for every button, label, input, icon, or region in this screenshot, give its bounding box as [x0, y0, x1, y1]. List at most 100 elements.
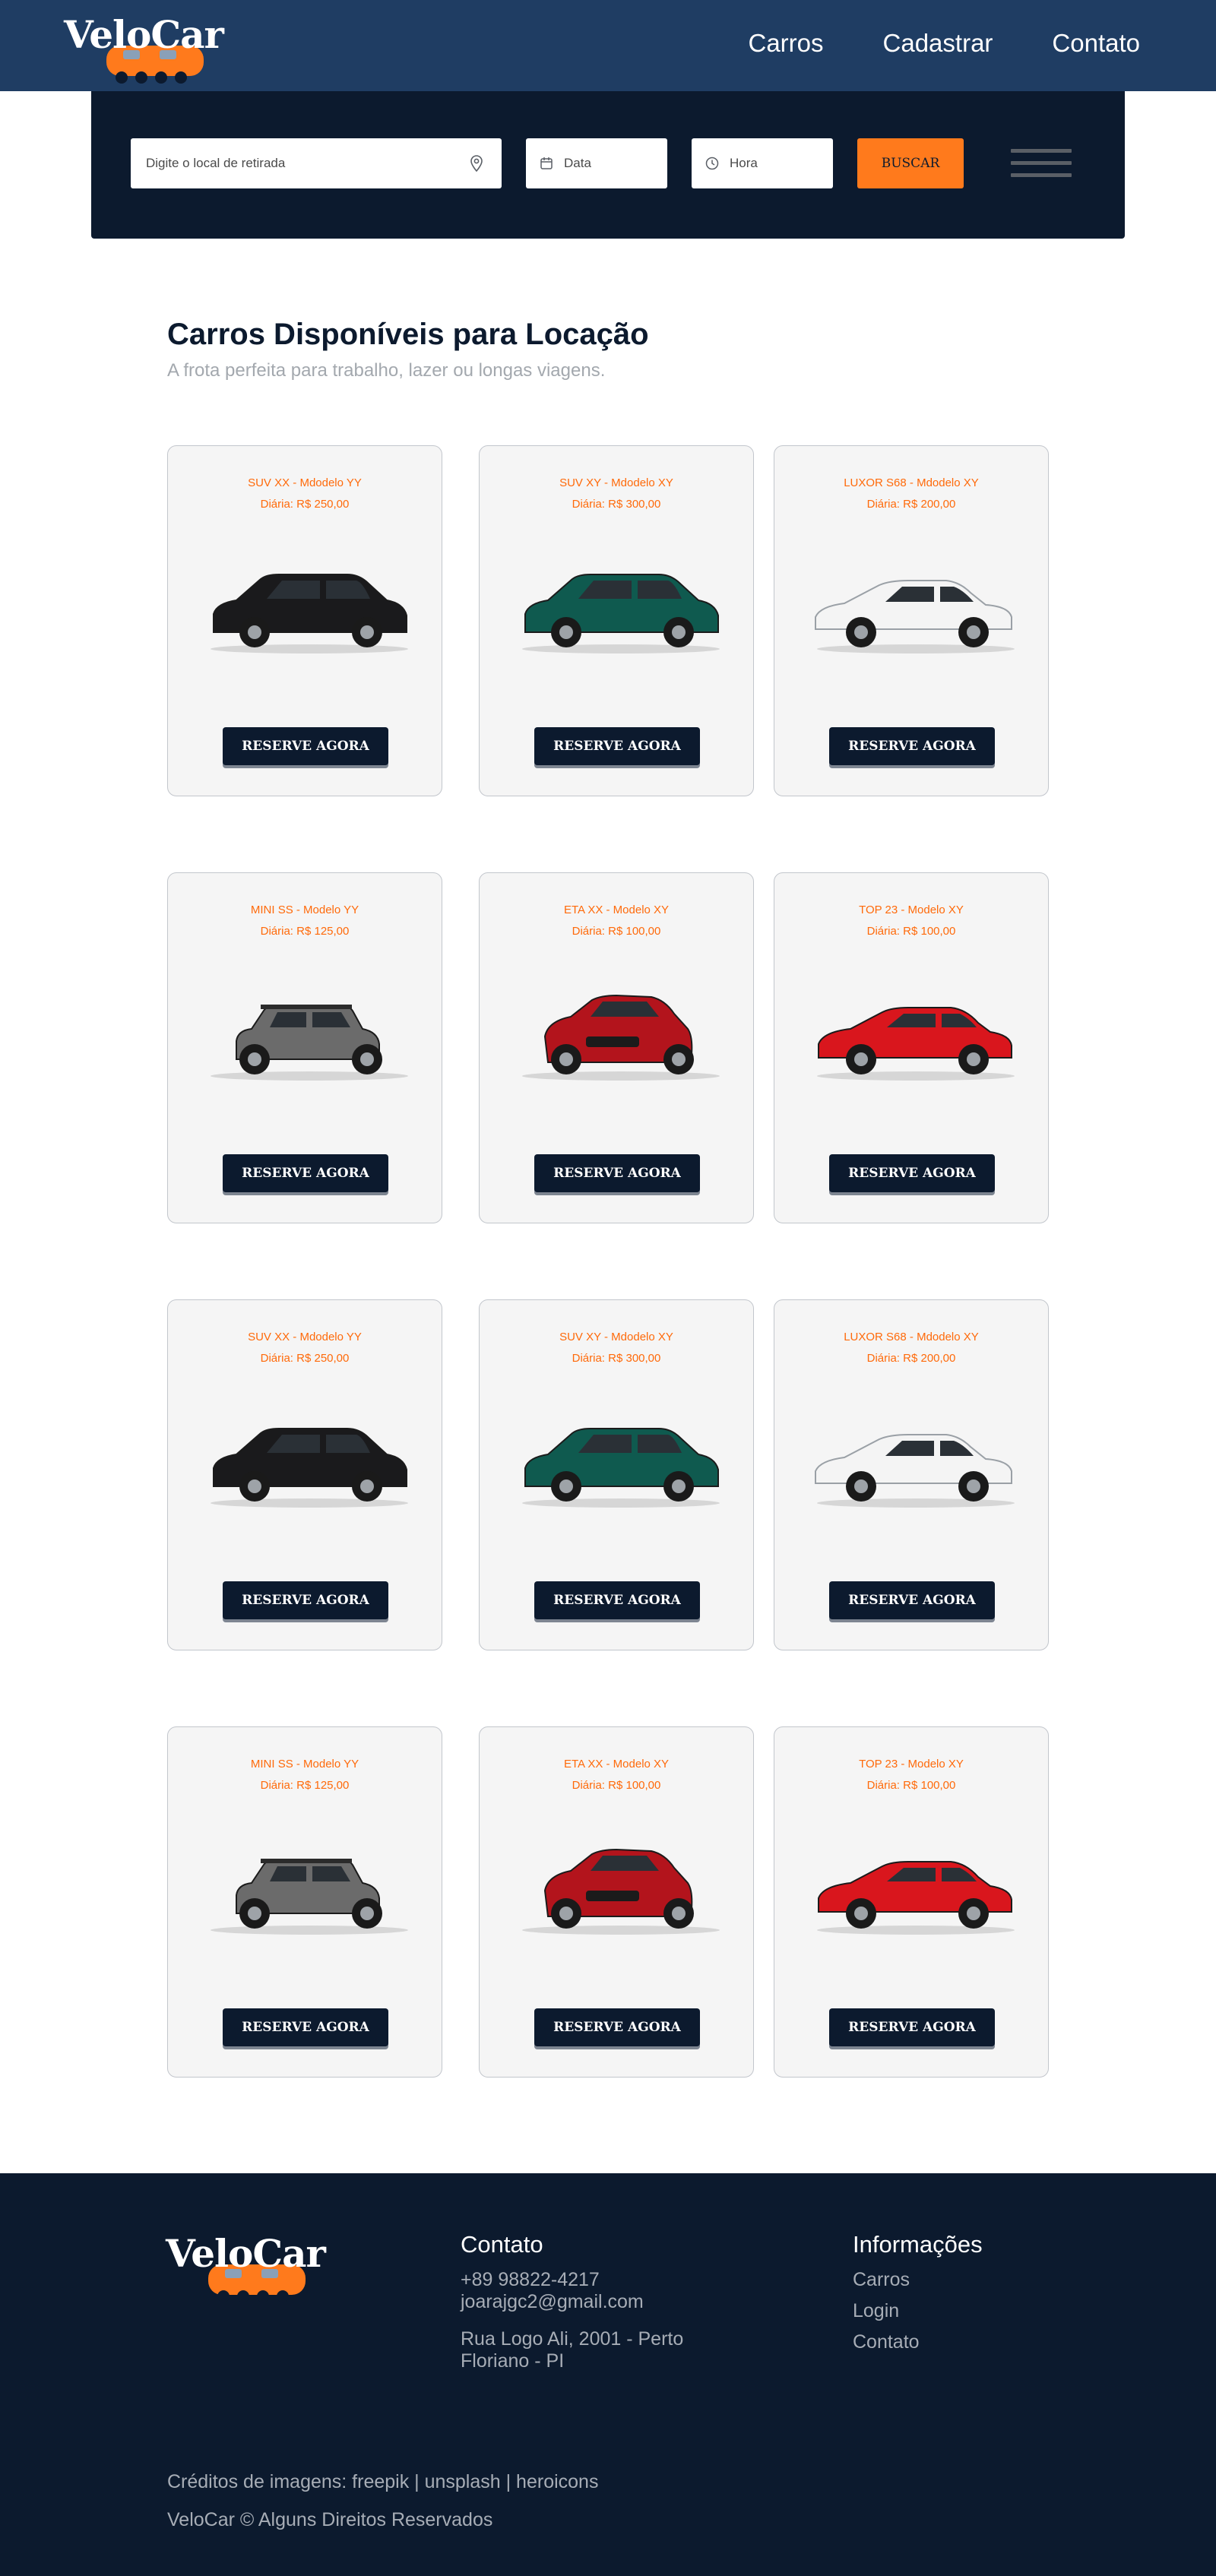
- car-card: MINI SS - Modelo YY Diária: R$ 125,00 RE…: [167, 1726, 442, 2078]
- car-name: MINI SS - Modelo YY: [250, 903, 359, 916]
- reserve-button[interactable]: RESERVE AGORA: [829, 1154, 995, 1192]
- footer-link-login[interactable]: Login: [853, 2300, 983, 2322]
- car-image: [480, 552, 753, 666]
- car-image: [774, 979, 1048, 1093]
- car-price: Diária: R$ 100,00: [866, 1779, 956, 1792]
- car-card: LUXOR S68 - Mdodelo XY Diária: R$ 200,00…: [774, 445, 1049, 796]
- car-image: [480, 979, 753, 1093]
- footer-info: Informações Carros Login Contato: [853, 2231, 983, 2362]
- main-nav: Carros Cadastrar Contato: [748, 29, 1140, 58]
- car-card: SUV XX - Mdodelo YY Diária: R$ 250,00 RE…: [167, 1299, 442, 1650]
- date-input[interactable]: Data: [526, 138, 667, 188]
- car-image: [774, 1834, 1048, 1948]
- car-image: [774, 1407, 1048, 1521]
- car-price: Diária: R$ 250,00: [260, 498, 350, 511]
- reserve-button[interactable]: RESERVE AGORA: [223, 1154, 388, 1192]
- car-image: [480, 1407, 753, 1521]
- car-name: ETA XX - Modelo XY: [563, 1758, 670, 1771]
- suv-large-car-illustration: [522, 574, 720, 653]
- car-image: [168, 1407, 442, 1521]
- car-image: [168, 552, 442, 666]
- crossover-front-car-illustration: [522, 994, 720, 1081]
- car-card: SUV XY - Mdodelo XY Diária: R$ 300,00 RE…: [479, 445, 754, 796]
- car-name: LUXOR S68 - Mdodelo XY: [844, 1331, 979, 1343]
- car-name: SUV XX - Mdodelo YY: [248, 476, 362, 489]
- car-price: Diária: R$ 100,00: [866, 925, 956, 938]
- nav-contato[interactable]: Contato: [1052, 29, 1140, 58]
- reserve-button[interactable]: RESERVE AGORA: [829, 727, 995, 765]
- mini-car-illustration: [211, 1005, 408, 1081]
- footer-link-contato[interactable]: Contato: [853, 2331, 983, 2353]
- car-card: ETA XX - Modelo XY Diária: R$ 100,00 RES…: [479, 1726, 754, 2078]
- reserve-button[interactable]: RESERVE AGORA: [223, 1581, 388, 1619]
- car-image: [480, 1834, 753, 1948]
- car-image: [168, 979, 442, 1093]
- sedan-car-illustration: [815, 1434, 1015, 1508]
- car-card: SUV XY - Mdodelo XY Diária: R$ 300,00 RE…: [479, 1299, 754, 1650]
- car-price: Diária: R$ 100,00: [572, 1779, 661, 1792]
- crossover-front-car-illustration: [522, 1848, 720, 1935]
- search-button[interactable]: BUSCAR: [857, 138, 964, 188]
- page-subtitle: A frota perfeita para trabalho, lazer ou…: [167, 360, 606, 381]
- footer-logo[interactable]: VeloCar: [166, 2231, 326, 2307]
- logo[interactable]: VeloCar: [64, 12, 224, 88]
- reserve-button[interactable]: RESERVE AGORA: [534, 2008, 700, 2046]
- car-price: Diária: R$ 300,00: [572, 1352, 661, 1365]
- search-panel: Digite o local de retirada Data Hora BUS…: [91, 91, 1125, 239]
- car-name: SUV XY - Mdodelo XY: [559, 1331, 673, 1343]
- site-header: VeloCar Carros Cadastrar Contato: [0, 0, 1216, 91]
- car-name: TOP 23 - Modelo XY: [859, 1758, 964, 1771]
- site-footer: VeloCar Contato +89 98822-4217 joarajgc2…: [0, 2173, 1216, 2576]
- reserve-button[interactable]: RESERVE AGORA: [534, 1581, 700, 1619]
- footer-contact: Contato +89 98822-4217 joarajgc2@gmail.c…: [461, 2231, 734, 2372]
- car-image: [774, 552, 1048, 666]
- logo-text: VeloCar: [166, 2231, 326, 2276]
- footer-link-carros[interactable]: Carros: [853, 2269, 983, 2291]
- suv-car-illustration: [211, 574, 408, 653]
- location-placeholder: Digite o local de retirada: [146, 156, 286, 170]
- car-price: Diária: R$ 100,00: [572, 925, 661, 938]
- car-image: [168, 1834, 442, 1948]
- car-card: SUV XX - Mdodelo YY Diária: R$ 250,00 RE…: [167, 445, 442, 796]
- calendar-icon: [540, 157, 553, 169]
- nav-carros[interactable]: Carros: [748, 29, 823, 58]
- mini-car-illustration: [211, 1859, 408, 1935]
- car-name: MINI SS - Modelo YY: [250, 1758, 359, 1771]
- car-name: SUV XX - Mdodelo YY: [248, 1331, 362, 1343]
- reserve-button[interactable]: RESERVE AGORA: [829, 2008, 995, 2046]
- car-price: Diária: R$ 125,00: [260, 925, 350, 938]
- nav-cadastrar[interactable]: Cadastrar: [883, 29, 993, 58]
- car-name: SUV XY - Mdodelo XY: [559, 476, 673, 489]
- car-price: Diária: R$ 200,00: [866, 1352, 956, 1365]
- footer-address: Rua Logo Ali, 2001 - Perto Floriano - PI: [461, 2328, 684, 2372]
- image-credits: Créditos de imagens: freepik | unsplash …: [167, 2471, 599, 2492]
- footer-email[interactable]: joarajgc2@gmail.com: [461, 2291, 734, 2313]
- clock-icon: [705, 157, 719, 170]
- time-input[interactable]: Hora: [692, 138, 833, 188]
- reserve-button[interactable]: RESERVE AGORA: [223, 727, 388, 765]
- car-price: Diária: R$ 125,00: [260, 1779, 350, 1792]
- footer-info-title: Informações: [853, 2231, 983, 2258]
- reserve-button[interactable]: RESERVE AGORA: [223, 2008, 388, 2046]
- reserve-button[interactable]: RESERVE AGORA: [534, 1154, 700, 1192]
- page-title: Carros Disponíveis para Locação: [167, 318, 649, 351]
- car-card: TOP 23 - Modelo XY Diária: R$ 100,00 RES…: [774, 872, 1049, 1223]
- sedan-car-illustration: [815, 580, 1015, 653]
- copyright: VeloCar © Alguns Direitos Reservados: [167, 2509, 493, 2530]
- reserve-button[interactable]: RESERVE AGORA: [534, 727, 700, 765]
- car-card: MINI SS - Modelo YY Diária: R$ 125,00 RE…: [167, 872, 442, 1223]
- footer-contact-title: Contato: [461, 2231, 543, 2258]
- car-name: TOP 23 - Modelo XY: [859, 903, 964, 916]
- car-card: LUXOR S68 - Mdodelo XY Diária: R$ 200,00…: [774, 1299, 1049, 1650]
- date-placeholder: Data: [564, 156, 591, 170]
- time-placeholder: Hora: [730, 156, 758, 170]
- reserve-button[interactable]: RESERVE AGORA: [829, 1581, 995, 1619]
- suv-car-illustration: [211, 1428, 408, 1508]
- car-price: Diária: R$ 200,00: [866, 498, 956, 511]
- car-price: Diária: R$ 250,00: [260, 1352, 350, 1365]
- location-input[interactable]: Digite o local de retirada: [131, 138, 502, 188]
- hatch-car-illustration: [817, 1007, 1015, 1081]
- hamburger-menu-icon[interactable]: [1011, 149, 1072, 178]
- car-name: ETA XX - Modelo XY: [563, 903, 670, 916]
- footer-phone: +89 98822-4217: [461, 2269, 600, 2290]
